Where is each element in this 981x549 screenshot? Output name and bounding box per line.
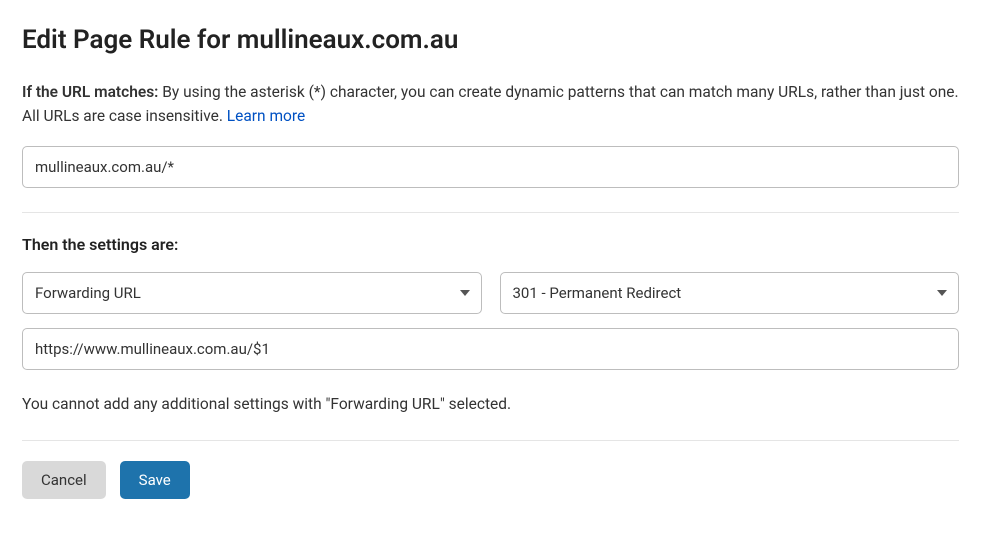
match-intro: If the URL matches: By using the asteris…: [22, 80, 959, 128]
section-divider: [22, 212, 959, 213]
learn-more-link[interactable]: Learn more: [227, 107, 305, 125]
page-title: Edit Page Rule for mullineaux.com.au: [22, 20, 959, 60]
destination-url-input[interactable]: [22, 328, 959, 370]
cancel-button[interactable]: Cancel: [22, 461, 106, 499]
save-button[interactable]: Save: [120, 461, 190, 499]
status-code-select[interactable]: 301 - Permanent Redirect: [500, 272, 960, 314]
match-help-text: By using the asterisk (*) character, you…: [22, 83, 959, 125]
forwarding-note: You cannot add any additional settings w…: [22, 392, 959, 416]
section-divider: [22, 440, 959, 441]
settings-heading: Then the settings are:: [22, 233, 959, 258]
url-match-input[interactable]: [22, 146, 959, 188]
setting-type-select[interactable]: Forwarding URL: [22, 272, 482, 314]
match-label: If the URL matches:: [22, 83, 158, 101]
